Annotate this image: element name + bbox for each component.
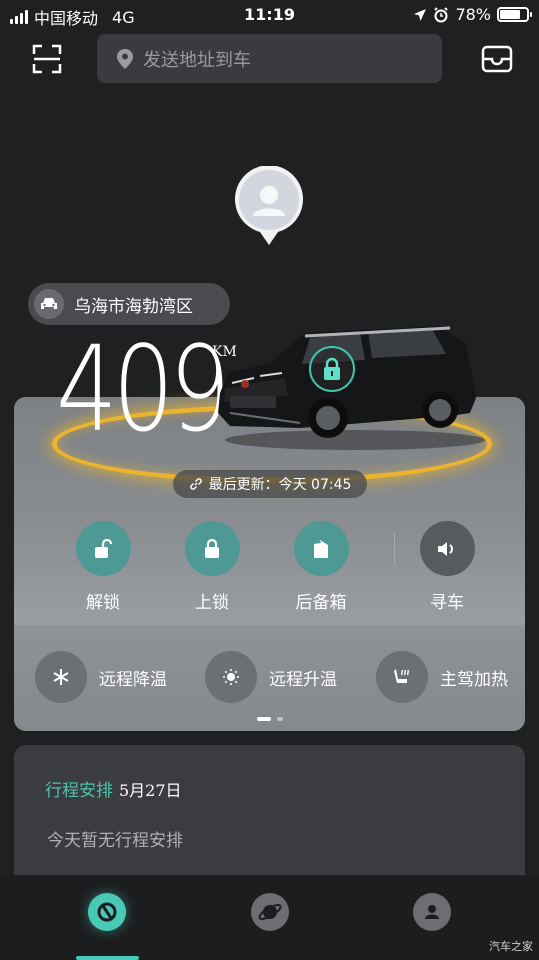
lock-status-badge [309,346,355,392]
vehicle-location-chip[interactable]: 乌海市海勃湾区 [28,283,230,325]
network-type: 4G [112,7,135,27]
car-logo-icon [97,902,117,922]
primary-actions: 解锁 上锁 后备箱 寻车 [0,521,539,613]
user-icon [425,905,439,919]
page-indicator [0,717,539,721]
battery-icon [497,7,532,22]
unlock-icon [75,521,131,576]
trunk-icon [293,521,349,576]
cellular-signal-icon [10,10,28,24]
speaker-icon [419,521,475,576]
bottom-tab-bar [0,875,539,960]
location-pin-icon [117,48,133,69]
lock-icon [324,357,340,380]
last-update-chip: 最后更新：今天 07:45 [173,470,367,498]
vehicle-location-text: 乌海市海勃湾区 [74,296,193,317]
range-value: 409 [56,320,231,458]
find-car-button[interactable]: 寻车 [407,521,487,613]
car-front-icon [34,289,64,319]
driver-seat-heat-label: 主驾加热 [440,669,508,690]
link-icon [189,478,202,490]
unlock-label: 解锁 [86,593,120,613]
driver-avatar-icon[interactable] [234,166,304,246]
remote-cool-label: 远程降温 [99,669,167,690]
planet-icon [258,904,282,920]
schedule-empty-text: 今天暂无行程安排 [47,831,183,851]
trunk-button[interactable]: 后备箱 [281,521,361,613]
tab-profile[interactable] [413,893,451,931]
remote-heat-label: 远程升温 [269,669,337,690]
lock-icon [184,521,240,576]
vehicle-image [218,326,485,450]
trunk-label: 后备箱 [295,593,347,613]
unlock-button[interactable]: 解锁 [63,521,143,613]
active-tab-indicator [76,956,139,960]
actions-divider [394,533,395,565]
driver-seat-heat-button[interactable]: 主驾加热 [376,651,508,703]
scan-icon[interactable] [30,42,64,76]
location-arrow-icon [414,8,427,21]
schedule-title: 行程安排 [45,781,113,801]
status-bar: 中国移动 4G 11:19 78% [0,0,539,30]
lock-label: 上锁 [195,593,229,613]
seat-heat-icon [376,651,428,703]
page-dot-active [256,717,271,721]
sun-icon [205,651,257,703]
tab-car[interactable] [88,893,126,931]
find-car-label: 寻车 [430,593,464,613]
tab-discover[interactable] [251,893,289,931]
search-placeholder: 发送地址到车 [143,49,251,71]
snowflake-icon [35,651,87,703]
lock-button[interactable]: 上锁 [172,521,252,613]
header-bar: 发送地址到车 [0,34,539,84]
alarm-icon [434,6,449,22]
remote-heat-button[interactable]: 远程升温 [205,651,337,703]
last-update-text: 最后更新：今天 07:45 [208,477,352,493]
climate-controls: 远程降温 远程升温 主驾加热 [0,651,539,705]
mail-icon[interactable] [480,44,514,74]
watermark: 汽车之家 [489,940,533,953]
battery-percent: 78% [455,5,491,24]
remote-cool-button[interactable]: 远程降温 [35,651,167,703]
carrier-name: 中国移动 [34,9,99,28]
schedule-card[interactable]: 行程安排 5月27日 今天暂无行程安排 [14,745,525,885]
schedule-date: 5月27日 [119,781,182,800]
page-dot [276,717,283,721]
address-search-input[interactable]: 发送地址到车 [97,34,442,83]
